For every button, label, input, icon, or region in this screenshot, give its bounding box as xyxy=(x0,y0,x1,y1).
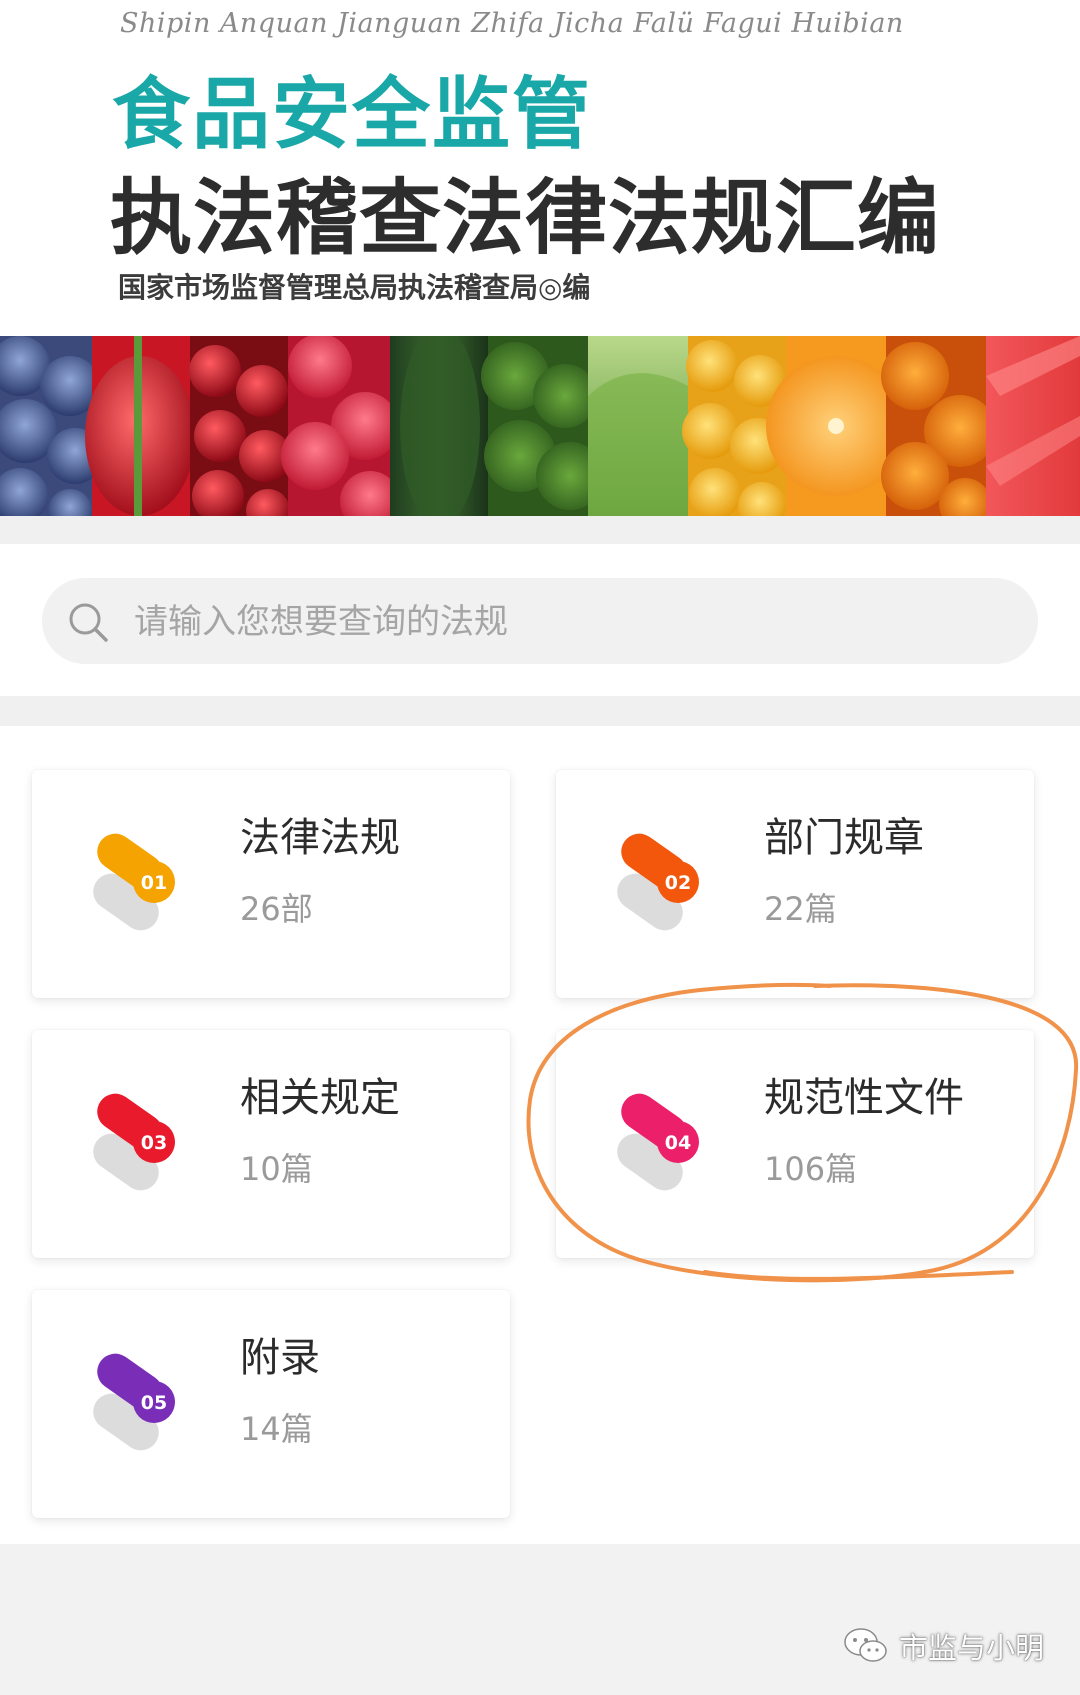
category-grid: 01 法律法规 26部 02 部门规章 22篇 03 相关规定 10篇 04 规… xyxy=(0,726,1080,1544)
category-count: 10篇 xyxy=(240,1150,313,1188)
category-title: 附录 xyxy=(240,1335,320,1381)
number-badge-icon: 04 xyxy=(614,1092,710,1192)
number-badge-icon: 03 xyxy=(90,1092,186,1192)
category-card-laws[interactable]: 01 法律法规 26部 xyxy=(32,770,510,998)
number-badge-icon: 05 xyxy=(90,1352,186,1452)
editor-line: 国家市场监督管理总局执法稽查局◎编 xyxy=(118,271,591,304)
header-banner: Shipin Anquan Jianguan Zhifa Jicha Falü … xyxy=(0,0,1080,336)
svg-text:02: 02 xyxy=(665,872,691,894)
svg-text:04: 04 xyxy=(665,1132,691,1154)
svg-text:05: 05 xyxy=(141,1392,167,1414)
category-title: 法律法规 xyxy=(240,815,400,861)
category-count: 106篇 xyxy=(764,1150,858,1188)
watermark: 市监与小明 xyxy=(843,1623,1044,1669)
category-card-related-provisions[interactable]: 03 相关规定 10篇 xyxy=(32,1030,510,1258)
pinyin-title: Shipin Anquan Jianguan Zhifa Jicha Falü … xyxy=(120,8,904,39)
watermark-text: 市监与小明 xyxy=(898,1631,1044,1665)
title-line-1: 食品安全监管 xyxy=(112,70,593,160)
category-card-normative-documents[interactable]: 04 规范性文件 106篇 xyxy=(556,1030,1034,1258)
svg-text:01: 01 xyxy=(141,872,167,894)
category-count: 22篇 xyxy=(764,890,837,928)
section-gap xyxy=(0,516,1080,544)
category-count: 26部 xyxy=(240,890,313,928)
svg-text:03: 03 xyxy=(141,1132,167,1154)
bottom-background xyxy=(0,1544,1080,1695)
category-title: 部门规章 xyxy=(764,815,924,861)
number-badge-icon: 02 xyxy=(614,832,710,932)
title-line-2: 执法稽查法律法规汇编 xyxy=(110,171,941,266)
search-input[interactable] xyxy=(132,578,1016,666)
fruit-image-strip xyxy=(0,336,1080,516)
search-section xyxy=(0,544,1080,696)
wechat-icon xyxy=(844,1628,887,1662)
category-card-appendix[interactable]: 05 附录 14篇 xyxy=(32,1290,510,1518)
category-card-regulations[interactable]: 02 部门规章 22篇 xyxy=(556,770,1034,998)
category-title: 相关规定 xyxy=(240,1075,400,1121)
number-badge-icon: 01 xyxy=(90,832,186,932)
search-bar[interactable] xyxy=(42,578,1038,666)
search-icon xyxy=(69,603,108,642)
section-gap xyxy=(0,696,1080,726)
category-title: 规范性文件 xyxy=(764,1075,964,1121)
category-count: 14篇 xyxy=(240,1410,313,1448)
